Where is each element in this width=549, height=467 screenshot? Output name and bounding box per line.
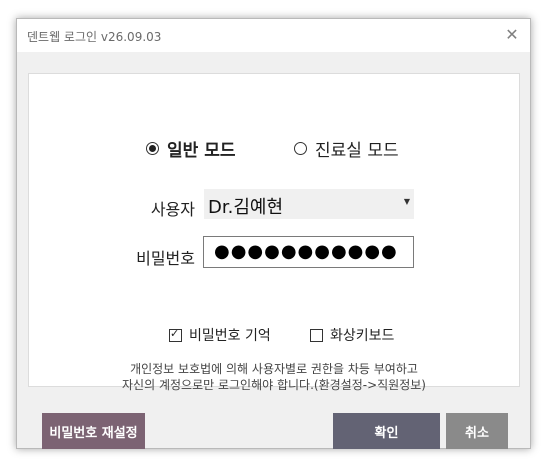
- window-title: 덴트웹 로그인 v26.09.03: [27, 30, 162, 44]
- privacy-notice-line1: 개인정보 보호법에 의해 사용자별로 권한을 차등 부여하고: [130, 362, 418, 376]
- virtual-keyboard-label: 화상키보드: [330, 328, 395, 344]
- password-masked-value: ●●●●●●●●●●●: [214, 241, 398, 262]
- clinic-mode-radio[interactable]: 진료실 모드: [294, 136, 399, 161]
- virtual-keyboard-checkbox[interactable]: 화상키보드: [310, 325, 394, 345]
- checkbox-checked-icon: ✓: [169, 326, 182, 342]
- close-icon[interactable]: ✕: [502, 25, 522, 45]
- dialog-body: 일반 모드 진료실 모드 사용자 Dr.김예현 ▼ 비밀번호 ●●●●●●●●●…: [17, 52, 530, 449]
- remember-password-checkbox[interactable]: ✓ 비밀번호 기억: [169, 325, 271, 345]
- user-select-value: Dr.김예현: [208, 197, 284, 218]
- password-input[interactable]: ●●●●●●●●●●●: [203, 236, 414, 268]
- chevron-down-icon: ▼: [403, 197, 410, 206]
- user-select[interactable]: Dr.김예현 ▼: [204, 189, 414, 219]
- reset-password-button[interactable]: 비밀번호 재설정: [42, 413, 145, 449]
- remember-password-label: 비밀번호 기억: [189, 328, 271, 344]
- clinic-mode-label: 진료실 모드: [315, 141, 399, 161]
- mode-selector: 일반 모드 진료실 모드: [29, 136, 519, 161]
- privacy-notice-line2: 자신의 계정으로만 로그인해야 합니다.(환경설정->직원정보): [122, 378, 426, 392]
- cancel-button[interactable]: 취소: [446, 413, 508, 449]
- general-mode-label: 일반 모드: [167, 141, 236, 161]
- general-mode-radio[interactable]: 일반 모드: [146, 136, 235, 161]
- radio-selected-icon: [146, 142, 159, 155]
- title-bar: 덴트웹 로그인 v26.09.03 ✕: [17, 19, 530, 51]
- checkbox-unchecked-icon: [310, 328, 323, 342]
- password-label: 비밀번호: [136, 249, 195, 268]
- check-mark-icon: ✓: [170, 326, 180, 340]
- user-label: 사용자: [150, 200, 195, 219]
- login-panel: 일반 모드 진료실 모드 사용자 Dr.김예현 ▼ 비밀번호 ●●●●●●●●●…: [28, 73, 520, 392]
- login-dialog: 덴트웹 로그인 v26.09.03 ✕ 일반 모드 진료실 모드 사용자 Dr.…: [16, 18, 531, 449]
- radio-unselected-icon: [294, 142, 307, 155]
- confirm-button[interactable]: 확인: [333, 413, 440, 449]
